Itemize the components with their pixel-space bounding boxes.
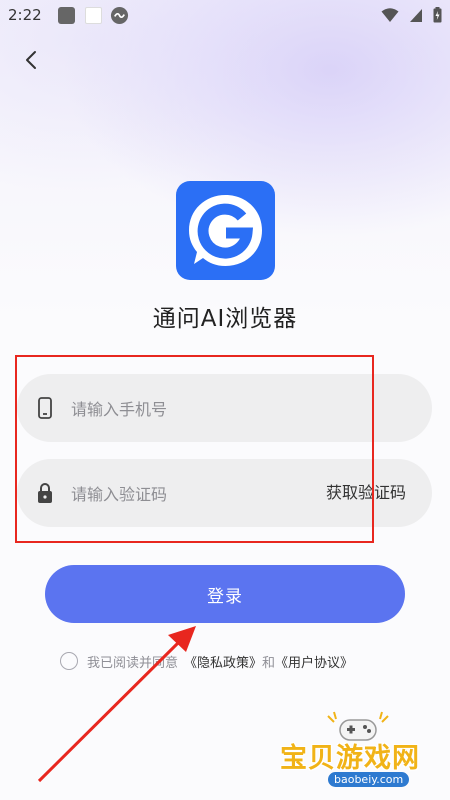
agreement-row: 我已阅读并同意 《隐私政策》 和 《用户协议》	[60, 651, 353, 671]
code-field[interactable]: 获取验证码	[17, 459, 432, 529]
battery-icon	[433, 7, 442, 23]
phone-icon	[38, 397, 52, 419]
login-button[interactable]: 登录	[45, 565, 405, 623]
screen-capture-icon	[110, 6, 129, 25]
watermark: 宝贝游戏网 baobeiy.com	[268, 711, 448, 798]
phone-field[interactable]	[17, 374, 432, 444]
privacy-policy-link[interactable]: 《隐私政策》	[184, 652, 262, 671]
notification-icon-2	[85, 7, 102, 24]
user-agreement-link[interactable]: 《用户协议》	[275, 652, 353, 671]
app-logo	[176, 181, 275, 280]
agreement-and-text: 和	[262, 655, 276, 671]
notification-icon	[58, 7, 75, 24]
back-arrow-icon[interactable]	[20, 48, 44, 72]
watermark-site-name: 宝贝游戏网	[280, 743, 420, 774]
code-input[interactable]	[69, 459, 313, 529]
signal-icon	[410, 8, 422, 22]
lock-icon	[38, 483, 52, 503]
wifi-icon	[381, 7, 399, 22]
agreement-text: 我已阅读并同意	[87, 655, 179, 671]
agreement-checkbox[interactable]	[60, 652, 78, 670]
watermark-url: baobeiy.com	[328, 772, 410, 787]
get-code-button[interactable]: 获取验证码	[326, 459, 406, 527]
status-bar: 2:22	[0, 0, 450, 32]
phone-input[interactable]	[69, 374, 313, 444]
app-title: 通问AI浏览器	[152, 306, 298, 332]
status-time: 2:22	[8, 6, 42, 24]
